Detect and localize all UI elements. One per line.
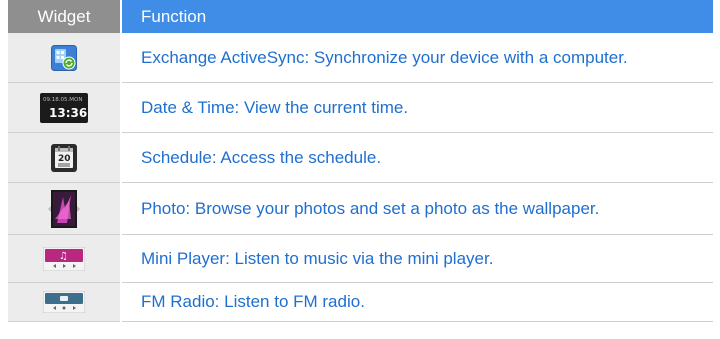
activesync-icon: [51, 44, 77, 71]
widget-function-text: Schedule: Access the schedule.: [121, 132, 713, 183]
calendar-day: 20: [58, 154, 71, 164]
widget-icon-cell: 20: [8, 132, 122, 183]
widget-icon-cell: [8, 182, 122, 235]
widget-function-text: FM Radio: Listen to FM radio.: [121, 282, 713, 322]
table-row: FM Radio: Listen to FM radio.: [8, 282, 713, 322]
mini-player-icon: ♫: [42, 246, 86, 271]
widget-table: Widget Function Exchange ActiveSync: Syn…: [8, 0, 713, 322]
table-row: ♫ Mini Player: Listen to music via the m…: [8, 234, 713, 283]
widget-icon-cell: ♫: [8, 234, 122, 283]
svg-text:♫: ♫: [59, 251, 68, 262]
fm-radio-icon: [42, 290, 86, 314]
widget-function-text: Mini Player: Listen to music via the min…: [121, 234, 713, 283]
widget-function-text: Photo: Browse your photos and set a phot…: [121, 182, 713, 235]
calendar-icon: 20: [51, 143, 77, 172]
widget-function-text: Exchange ActiveSync: Synchronize your de…: [121, 33, 713, 83]
table-row: Exchange ActiveSync: Synchronize your de…: [8, 33, 713, 83]
table-header-row: Widget Function: [8, 0, 713, 33]
photo-frame-icon: [47, 189, 81, 229]
header-widget: Widget: [8, 0, 121, 33]
widget-icon-cell: [8, 33, 122, 83]
clock-widget-icon: 09.18.05.MON 13:36: [40, 92, 88, 123]
table-row: 20 Schedule: Access the schedule.: [8, 132, 713, 183]
clock-widget-date: 09.18.05.MON: [43, 97, 82, 103]
table-row: 09.18.05.MON 13:36 Date & Time: View the…: [8, 82, 713, 133]
widget-function-text: Date & Time: View the current time.: [121, 82, 713, 133]
header-function: Function: [120, 0, 713, 33]
widget-icon-cell: 09.18.05.MON 13:36: [8, 82, 122, 133]
table-row: Photo: Browse your photos and set a phot…: [8, 182, 713, 235]
clock-widget-time: 13:36: [49, 106, 87, 120]
widget-icon-cell: [8, 282, 122, 322]
